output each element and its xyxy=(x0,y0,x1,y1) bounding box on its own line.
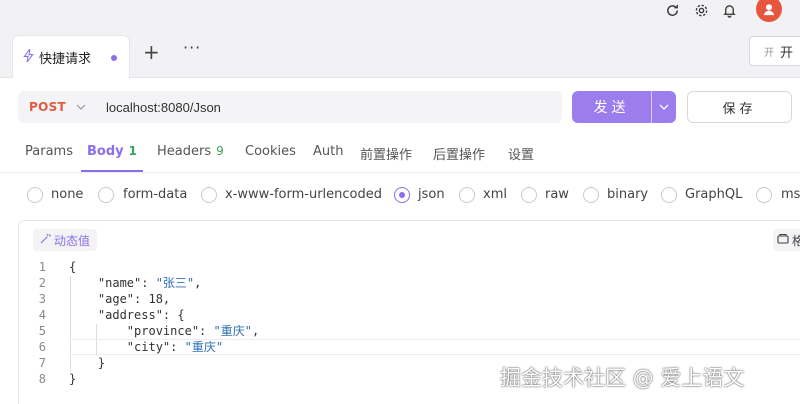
line-number: 5 xyxy=(38,324,46,338)
add-tab-button[interactable]: + xyxy=(143,40,160,64)
line-text: "city": "重庆" xyxy=(69,340,224,354)
code-line: 1{ xyxy=(18,259,800,275)
code-line: 5 "province": "重庆", xyxy=(18,323,800,339)
code-line: 2 "name": "张三", xyxy=(18,275,800,291)
line-text: } xyxy=(69,372,77,386)
line-number: 4 xyxy=(38,308,46,322)
unsaved-dot xyxy=(111,55,117,61)
chevron-down-icon[interactable] xyxy=(76,102,86,113)
radio-label-none[interactable]: none xyxy=(51,187,83,202)
more-tabs-button[interactable]: ··· xyxy=(183,38,201,57)
bolt-icon xyxy=(23,48,34,66)
radio-label-form-data[interactable]: form-data xyxy=(123,187,187,202)
line-number: 1 xyxy=(38,260,46,274)
line-text: "age": 18, xyxy=(69,292,171,306)
open-button[interactable]: 开 开 xyxy=(749,36,800,66)
format-icon xyxy=(777,233,789,248)
radio-binary[interactable] xyxy=(583,187,599,203)
code-line: 3 "age": 18, xyxy=(18,291,800,307)
radio-label-graphql[interactable]: GraphQL xyxy=(685,187,742,202)
tab-label: 快捷请求 xyxy=(39,51,92,67)
radio-raw[interactable] xyxy=(521,187,537,203)
watermark: 掘金技术社区 @ 爱上语文 xyxy=(500,366,745,390)
body-count-badge: 1 xyxy=(128,144,137,158)
format-label: 格 xyxy=(792,233,800,248)
refresh-icon[interactable] xyxy=(662,0,682,20)
tab-cookies[interactable]: Cookies xyxy=(245,144,296,159)
tab-headers[interactable]: Headers 9 xyxy=(157,144,224,159)
body-type-options: none form-data x-www-form-urlencoded jso… xyxy=(0,184,800,206)
line-number: 3 xyxy=(38,292,46,306)
line-number: 7 xyxy=(38,356,46,370)
tab-params[interactable]: Params xyxy=(25,144,73,159)
radio-xml[interactable] xyxy=(459,187,475,203)
magic-wand-icon xyxy=(40,233,51,247)
send-dropdown-icon[interactable] xyxy=(651,91,676,123)
user-icon xyxy=(763,4,775,16)
radio-label-raw[interactable]: raw xyxy=(545,187,569,202)
line-text: "province": "重庆", xyxy=(69,324,260,338)
bell-icon[interactable] xyxy=(719,0,739,20)
gear-icon[interactable] xyxy=(691,0,711,20)
tab-quick-request[interactable]: 快捷请求 xyxy=(12,35,130,78)
headers-count-badge: 9 xyxy=(216,144,224,158)
open-button-label: 开 xyxy=(780,45,794,61)
radio-label-json[interactable]: json xyxy=(418,187,445,202)
radio-form-data[interactable] xyxy=(98,187,114,203)
line-text: "name": "张三", xyxy=(69,276,202,290)
title-bar xyxy=(0,0,800,27)
line-number: 8 xyxy=(38,372,46,386)
avatar[interactable] xyxy=(756,0,782,22)
tab-body[interactable]: Body 1 xyxy=(87,144,137,159)
save-button[interactable]: 保存 xyxy=(687,91,792,123)
dynamic-value-button[interactable]: 动态值 xyxy=(33,229,97,251)
code-line: 6 "city": "重庆" xyxy=(18,339,800,355)
request-url-bar: POST xyxy=(18,91,562,123)
radio-json[interactable] xyxy=(394,187,410,203)
tab-pre-actions[interactable]: 前置操作 xyxy=(360,144,412,163)
tab-settings[interactable]: 设置 xyxy=(508,144,534,163)
line-text: { xyxy=(69,260,77,274)
code-line: 4 "address": { xyxy=(18,307,800,323)
radio-label-msgpack[interactable]: msg xyxy=(781,187,800,202)
radio-label-binary[interactable]: binary xyxy=(607,187,648,202)
line-text: "address": { xyxy=(69,308,185,322)
radio-label-xml[interactable]: xml xyxy=(483,187,507,202)
radio-urlencoded[interactable] xyxy=(201,187,217,203)
line-number: 2 xyxy=(38,276,46,290)
format-button[interactable]: 格 xyxy=(773,229,800,251)
method-select[interactable]: POST xyxy=(29,100,66,114)
tab-auth[interactable]: Auth xyxy=(313,144,343,159)
send-button-label[interactable]: 发送 xyxy=(572,91,651,123)
radio-graphql[interactable] xyxy=(661,187,677,203)
open-icon: 开 xyxy=(764,47,774,59)
divider xyxy=(0,172,800,173)
dynamic-value-label: 动态值 xyxy=(53,233,90,248)
radio-none[interactable] xyxy=(27,187,43,203)
request-subtabs: Params Body 1 Headers 9 Cookies Auth 前置操作 … xyxy=(0,140,800,173)
tab-bar: 快捷请求 + ··· 开 开 xyxy=(0,27,800,78)
line-text: } xyxy=(69,356,106,370)
radio-label-urlencoded[interactable]: x-www-form-urlencoded xyxy=(225,187,382,202)
send-button[interactable]: 发送 xyxy=(572,91,676,123)
url-input[interactable] xyxy=(106,91,546,123)
tab-post-actions[interactable]: 后置操作 xyxy=(433,144,485,163)
radio-msgpack[interactable] xyxy=(756,187,772,203)
line-number: 6 xyxy=(38,340,46,354)
